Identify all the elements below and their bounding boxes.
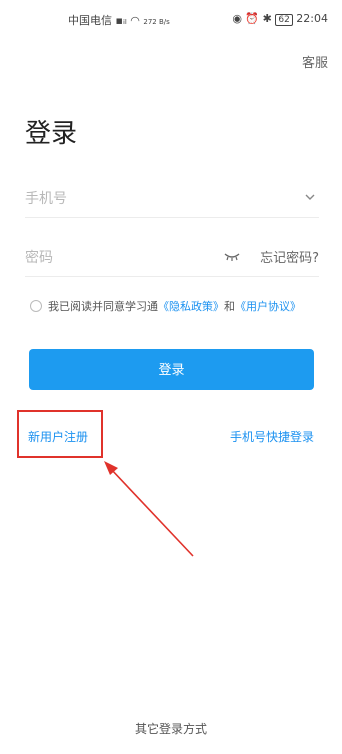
chevron-down-icon[interactable] bbox=[303, 190, 317, 204]
carrier-label: 中国电信 bbox=[68, 14, 112, 27]
agreement-text: 我已阅读并同意学习通 bbox=[48, 300, 158, 313]
privacy-policy-link[interactable]: 《隐私政策》 bbox=[158, 300, 224, 313]
agreement-checkbox[interactable] bbox=[30, 300, 42, 312]
other-login-methods[interactable]: 其它登录方式 bbox=[0, 720, 342, 737]
alarm-icon: ⏰ bbox=[245, 12, 260, 25]
user-agreement-link[interactable]: 《用户协议》 bbox=[235, 300, 301, 313]
agreement-and: 和 bbox=[224, 300, 235, 313]
eye-comfort-icon: ◉ bbox=[232, 12, 242, 25]
net-speed: 272 B/s bbox=[143, 18, 170, 26]
bluetooth-icon: ✱ bbox=[262, 12, 272, 25]
status-left: 中国电信 ▪ᵢₗ ◠ 272 B/s bbox=[68, 12, 170, 28]
quick-login-link[interactable]: 手机号快捷登录 bbox=[230, 428, 314, 445]
wifi-icon: ◠ bbox=[130, 14, 140, 27]
phone-field[interactable]: 手机号 bbox=[25, 178, 319, 218]
page-title: 登录 bbox=[25, 119, 78, 149]
password-field[interactable]: 密码 忘记密码? bbox=[25, 237, 319, 277]
signal-icon: ▪ᵢₗ bbox=[115, 14, 127, 27]
phone-placeholder: 手机号 bbox=[25, 191, 67, 207]
password-placeholder: 密码 bbox=[25, 250, 53, 266]
forgot-password-link[interactable]: 忘记密码? bbox=[260, 247, 319, 266]
agreement-row: 我已阅读并同意学习通《隐私政策》和《用户协议》 bbox=[30, 298, 301, 314]
battery-icon: 62 bbox=[275, 14, 293, 26]
register-link[interactable]: 新用户注册 bbox=[28, 428, 88, 445]
eye-closed-icon[interactable] bbox=[223, 249, 241, 263]
status-right: ◉ ⏰ ✱ 62 22:04 bbox=[232, 12, 328, 26]
time-label: 22:04 bbox=[296, 12, 328, 25]
customer-service-button[interactable]: 客服 bbox=[302, 52, 328, 71]
login-button[interactable]: 登录 bbox=[29, 349, 314, 390]
status-bar: 中国电信 ▪ᵢₗ ◠ 272 B/s ◉ ⏰ ✱ 62 22:04 bbox=[0, 0, 342, 40]
